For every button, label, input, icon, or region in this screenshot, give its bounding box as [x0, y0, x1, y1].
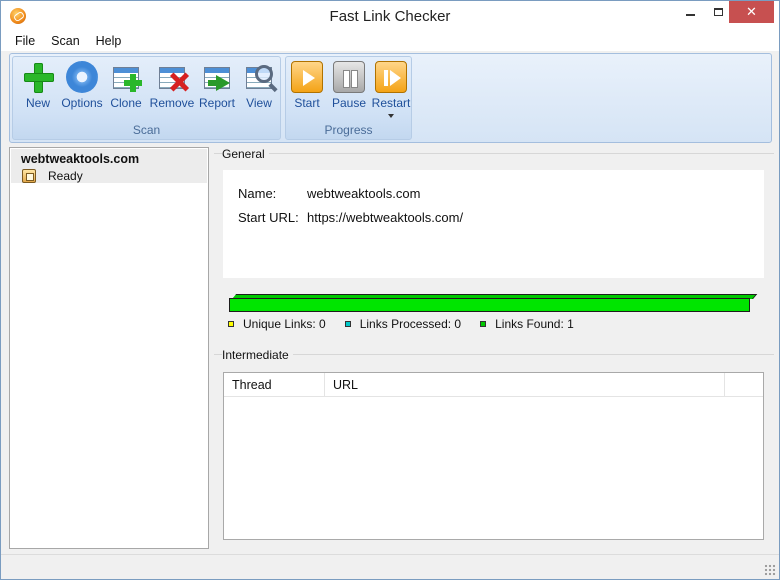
restart-label: Restart: [371, 96, 411, 110]
progress-bar-fill: [229, 298, 750, 312]
scan-progress-bar: [229, 294, 758, 312]
new-button[interactable]: New: [19, 59, 57, 115]
resize-grip-icon[interactable]: [764, 564, 776, 576]
links-found-label: Links Found: 1: [495, 317, 574, 331]
restart-icon: [375, 61, 407, 93]
pause-label: Pause: [331, 96, 367, 110]
minimize-button[interactable]: [676, 1, 704, 23]
remove-label: Remove: [149, 96, 195, 110]
pause-icon: [333, 61, 365, 93]
start-url-value: https://webtweaktools.com/: [307, 210, 464, 225]
unique-links-swatch: [228, 321, 234, 327]
legend-links-processed: Links Processed: 0: [344, 317, 462, 331]
chevron-down-icon[interactable]: [388, 114, 394, 118]
view-icon: [243, 61, 275, 93]
name-value: webtweaktools.com: [307, 186, 421, 201]
title-bar[interactable]: Fast Link Checker ✕: [1, 1, 779, 31]
report-label: Report: [198, 96, 236, 110]
ribbon-toolbar: New Options Clone Remove Report View Sca…: [9, 53, 772, 143]
close-button[interactable]: ✕: [729, 1, 774, 23]
new-label: New: [25, 96, 50, 110]
menu-scan[interactable]: Scan: [43, 31, 88, 51]
menu-file[interactable]: File: [7, 31, 43, 51]
links-found-swatch: [480, 321, 487, 327]
column-header-url[interactable]: URL: [325, 373, 725, 397]
plus-icon: [22, 61, 54, 93]
table-header: Thread URL: [224, 373, 763, 397]
project-status: Ready: [48, 169, 83, 183]
view-button[interactable]: View: [241, 59, 277, 115]
start-label: Start: [294, 96, 320, 110]
minimize-icon: [685, 14, 695, 16]
links-processed-swatch: [344, 321, 351, 327]
clone-button[interactable]: Clone: [107, 59, 145, 115]
general-divider: [214, 153, 774, 154]
ready-status-icon: [22, 169, 36, 183]
legend-unique-links: Unique Links: 0: [228, 317, 326, 331]
app-window: Fast Link Checker ✕ File Scan Help New O…: [0, 0, 780, 580]
menu-bar: File Scan Help: [1, 31, 779, 51]
report-button[interactable]: Report: [197, 59, 237, 115]
menu-help[interactable]: Help: [88, 31, 130, 51]
legend-links-found: Links Found: 1: [480, 317, 574, 331]
details-panel: General Name: webtweaktools.com Start UR…: [214, 147, 774, 549]
start-button[interactable]: Start: [288, 59, 326, 115]
window-title: Fast Link Checker: [329, 8, 451, 25]
unique-links-label: Unique Links: 0: [243, 317, 326, 331]
pause-button[interactable]: Pause: [329, 59, 369, 115]
clone-icon: [110, 61, 142, 93]
maximize-button[interactable]: [704, 1, 732, 23]
clone-label: Clone: [110, 96, 142, 110]
general-info-box: Name: webtweaktools.com Start URL: https…: [223, 170, 764, 278]
options-button[interactable]: Options: [59, 59, 105, 115]
restart-button[interactable]: Restart: [371, 59, 411, 118]
options-label: Options: [61, 96, 103, 110]
project-list[interactable]: webtweaktools.com Ready: [9, 147, 209, 549]
project-name: webtweaktools.com: [21, 152, 140, 166]
project-item[interactable]: webtweaktools.com Ready: [11, 149, 207, 183]
thread-table[interactable]: Thread URL: [223, 372, 764, 540]
links-processed-label: Links Processed: 0: [359, 317, 462, 331]
status-bar: [1, 554, 779, 579]
gear-icon: [66, 61, 98, 93]
report-icon: [201, 61, 233, 93]
ribbon-group-progress: Start Pause Restart Progress: [285, 56, 412, 140]
column-header-thread[interactable]: Thread: [224, 373, 325, 397]
ribbon-group-progress-label: Progress: [324, 123, 373, 137]
ribbon-group-scan: New Options Clone Remove Report View Sca…: [12, 56, 281, 140]
name-label: Name:: [238, 186, 277, 201]
intermediate-section-title: Intermediate: [222, 348, 293, 362]
progress-legend: Unique Links: 0 Links Processed: 0 Links…: [228, 317, 593, 331]
remove-button[interactable]: Remove: [149, 59, 195, 115]
remove-icon: [156, 61, 188, 93]
ribbon-group-scan-label: Scan: [132, 123, 161, 137]
general-section-title: General: [222, 147, 269, 161]
start-url-label: Start URL:: [238, 210, 299, 225]
close-icon: ✕: [746, 4, 757, 19]
view-label: View: [246, 96, 272, 110]
maximize-icon: [713, 8, 723, 16]
intermediate-divider: [214, 354, 774, 355]
play-icon: [291, 61, 323, 93]
